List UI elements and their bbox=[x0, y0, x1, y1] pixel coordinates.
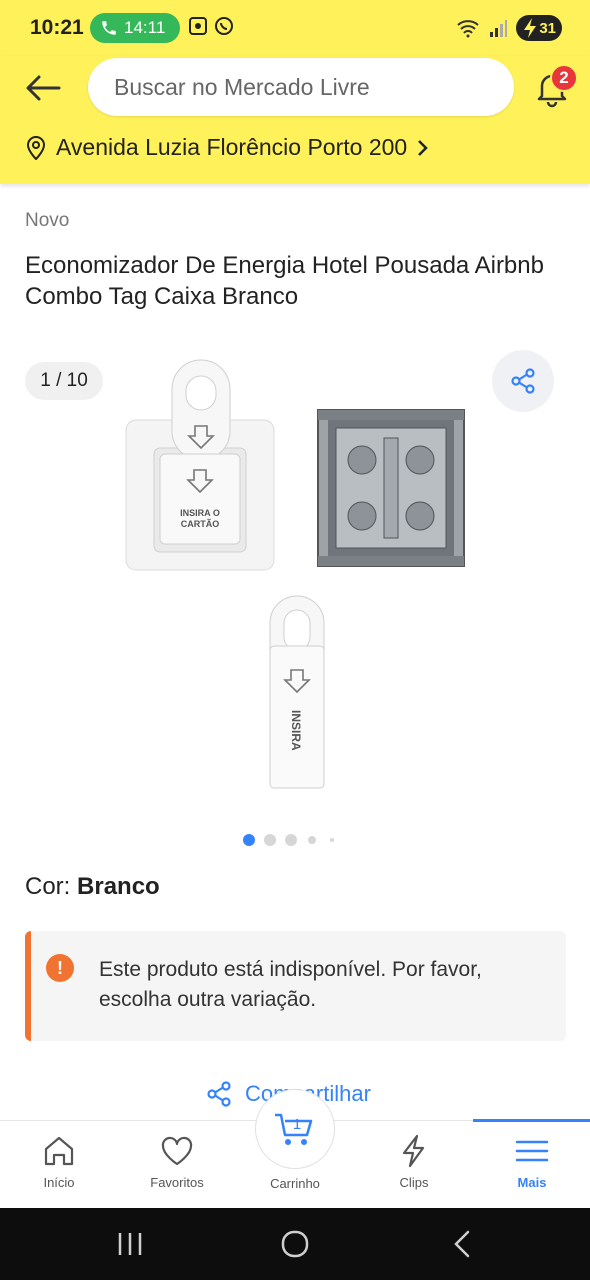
warning-icon: ! bbox=[46, 954, 74, 982]
nav-item-mais[interactable]: Mais bbox=[473, 1121, 590, 1209]
nav-item-favoritos[interactable]: Favoritos bbox=[118, 1121, 236, 1209]
alert-accent-bar bbox=[25, 931, 31, 1041]
pagination-dot bbox=[264, 834, 276, 846]
signal-icon bbox=[490, 20, 507, 37]
tag-text: INSIRA bbox=[289, 710, 303, 751]
card-text-line1: INSIRA O bbox=[180, 508, 220, 518]
phone-icon bbox=[102, 21, 116, 35]
delivery-address[interactable]: Avenida Luzia Florêncio Porto 200 bbox=[26, 134, 429, 161]
heart-icon bbox=[161, 1136, 193, 1166]
product-condition: Novo bbox=[25, 210, 70, 231]
cart-count: 1 bbox=[293, 1116, 301, 1133]
status-bar: 10:21 14:11 31 bbox=[0, 0, 590, 56]
whatsapp-icon bbox=[215, 17, 233, 35]
charging-icon bbox=[524, 18, 536, 38]
color-label: Cor: bbox=[25, 873, 71, 900]
call-duration: 14:11 bbox=[124, 18, 166, 37]
nav-label: Mais bbox=[517, 1175, 547, 1190]
address-text: Avenida Luzia Florêncio Porto 200 bbox=[56, 134, 408, 160]
wifi-icon bbox=[457, 20, 479, 38]
nav-label-carrinho: Carrinho bbox=[270, 1176, 320, 1191]
lightning-icon bbox=[402, 1134, 425, 1168]
notification-badge: 2 bbox=[550, 64, 578, 92]
nav-item-clips[interactable]: Clips bbox=[355, 1121, 473, 1209]
status-time: 10:21 bbox=[30, 16, 84, 39]
back-button[interactable] bbox=[20, 70, 66, 106]
nav-item-inicio[interactable]: Início bbox=[0, 1121, 118, 1209]
app-header: 2 Avenida Luzia Florêncio Porto 200 bbox=[0, 56, 590, 184]
bottom-navigation: Início Favoritos 1 Carrinho Clips Mais bbox=[0, 1089, 590, 1209]
search-input[interactable] bbox=[88, 58, 514, 116]
card-text-line2: CARTÃO bbox=[181, 519, 220, 529]
ongoing-call-chip[interactable]: 14:11 bbox=[90, 13, 180, 43]
pagination-dot bbox=[330, 838, 334, 842]
unavailable-alert: ! Este produto está indisponível. Por fa… bbox=[25, 931, 566, 1041]
product-gallery[interactable]: 1 / 10 INSIRA O CARTÃO INSIRA bbox=[0, 340, 590, 810]
product-image: INSIRA O CARTÃO INSIRA bbox=[125, 359, 465, 789]
recent-apps-icon[interactable] bbox=[115, 1230, 145, 1258]
color-selector[interactable]: Cor: Branco bbox=[25, 873, 160, 901]
alert-message: Este produto está indisponível. Por favo… bbox=[99, 958, 482, 1011]
location-pin-icon bbox=[26, 135, 46, 160]
battery-level: 31 bbox=[539, 19, 556, 37]
menu-icon bbox=[515, 1140, 549, 1162]
home-icon bbox=[44, 1136, 74, 1166]
back-nav-icon[interactable] bbox=[450, 1229, 474, 1259]
nav-label: Clips bbox=[399, 1175, 429, 1190]
nav-item-carrinho[interactable]: 1 bbox=[255, 1089, 335, 1169]
nav-label: Favoritos bbox=[150, 1175, 204, 1190]
product-title: Economizador De Energia Hotel Pousada Ai… bbox=[25, 252, 544, 310]
gallery-pagination bbox=[0, 832, 590, 848]
system-navigation-bar bbox=[0, 1208, 590, 1280]
arrow-left-icon bbox=[26, 75, 61, 101]
cart-icon: 1 bbox=[275, 1113, 313, 1145]
nav-label: Início bbox=[43, 1175, 75, 1190]
battery-indicator: 31 bbox=[516, 15, 562, 41]
home-button-icon[interactable] bbox=[280, 1229, 310, 1259]
share-icon bbox=[207, 1081, 231, 1107]
screenshot-icon bbox=[189, 17, 207, 35]
pagination-dot bbox=[285, 834, 297, 846]
chevron-right-icon bbox=[418, 139, 428, 156]
color-value: Branco bbox=[77, 873, 160, 900]
pagination-dot-active bbox=[243, 834, 255, 846]
search-bar[interactable] bbox=[88, 58, 514, 116]
pagination-dot bbox=[308, 836, 316, 844]
